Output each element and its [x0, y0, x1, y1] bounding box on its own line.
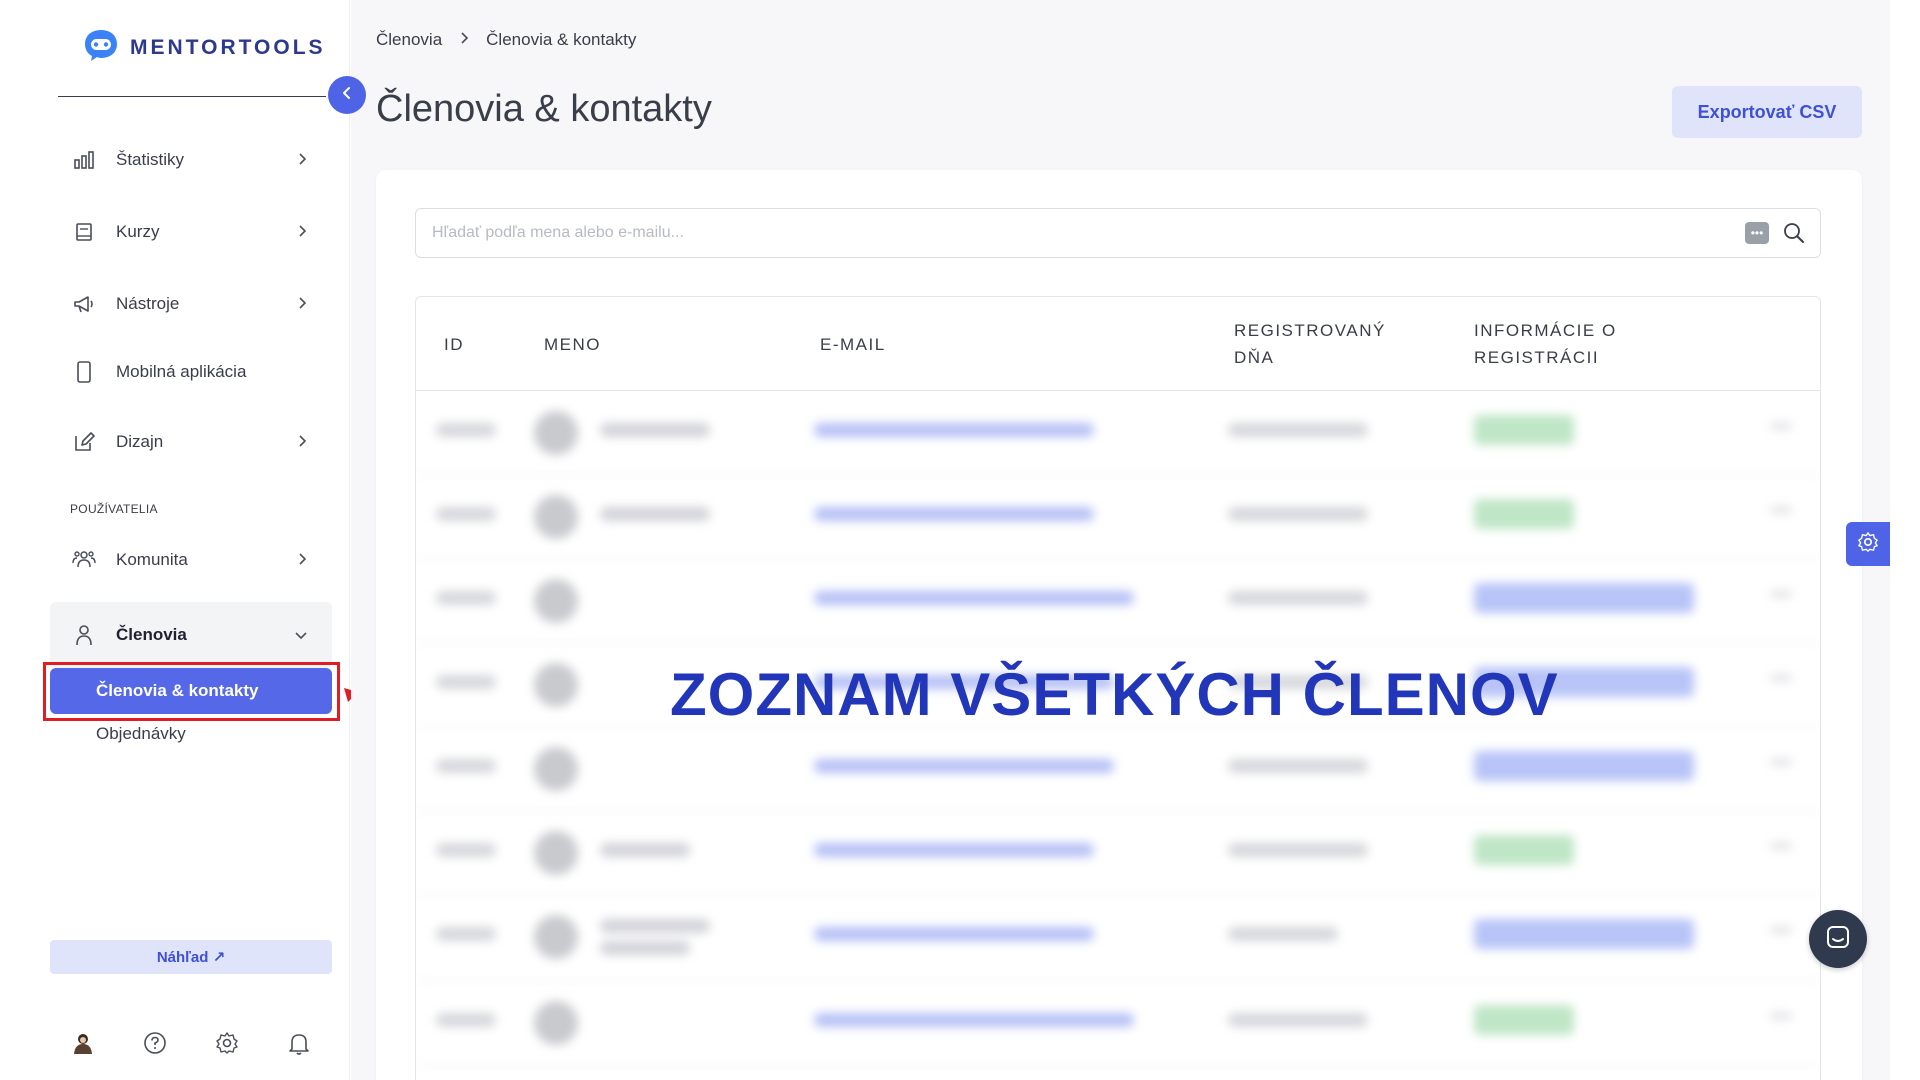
- sidebar-footer-icons: [70, 1030, 312, 1056]
- smartphone-icon: [72, 360, 96, 384]
- chat-icon: [1825, 924, 1851, 955]
- bar-chart-icon: [72, 148, 96, 172]
- search-bar: •••: [415, 208, 1821, 258]
- highlight-annotation-box: [43, 662, 340, 721]
- avatar[interactable]: [70, 1030, 96, 1056]
- book-icon: [72, 220, 96, 244]
- chevron-right-icon: [458, 30, 470, 50]
- chevron-right-icon: [296, 434, 308, 453]
- table-row[interactable]: [416, 391, 1820, 475]
- sidebar-item-nastroje[interactable]: Nástroje: [50, 274, 332, 334]
- export-csv-button[interactable]: Exportovať CSV: [1672, 86, 1862, 138]
- brand-logo[interactable]: MENTORTOOLS: [82, 28, 326, 67]
- search-input[interactable]: [432, 209, 1732, 257]
- megaphone-icon: [72, 292, 96, 316]
- users-icon: [72, 548, 96, 572]
- mentortools-logo-icon: [82, 28, 120, 67]
- sidebar-item-label: Mobilná aplikácia: [116, 362, 247, 381]
- column-header-email[interactable]: E-MAIL: [820, 331, 886, 358]
- sidebar-item-label: Štatistiky: [116, 150, 185, 169]
- table-row[interactable]: [416, 475, 1820, 559]
- table-row[interactable]: [416, 895, 1820, 981]
- column-header-meno[interactable]: MENO: [544, 331, 601, 358]
- right-edge: [1890, 0, 1920, 1080]
- table-row[interactable]: [416, 981, 1820, 1065]
- chat-launcher-button[interactable]: [1809, 910, 1867, 968]
- more-options-icon[interactable]: •••: [1745, 222, 1769, 244]
- main-content: Členovia Členovia & kontakty Členovia & …: [351, 0, 1890, 1080]
- table-row[interactable]: [416, 727, 1820, 811]
- chevron-right-icon: [296, 296, 308, 315]
- preview-button[interactable]: Náhľad ↗: [50, 940, 332, 974]
- breadcrumb-root[interactable]: Členovia: [376, 30, 442, 50]
- members-card: ••• ID MENO E-MAIL REGISTROVANÝ DŇA INFO…: [376, 170, 1862, 1080]
- breadcrumb: Členovia Členovia & kontakty: [376, 30, 636, 50]
- user-icon: [72, 623, 96, 647]
- column-header-registrovany[interactable]: REGISTROVANÝ DŇA: [1234, 317, 1424, 371]
- sidebar-item-statistiky[interactable]: Štatistiky: [50, 130, 332, 190]
- breadcrumb-current: Členovia & kontakty: [486, 30, 637, 49]
- brand-name: MENTORTOOLS: [130, 35, 326, 59]
- sidebar-item-kurzy[interactable]: Kurzy: [50, 202, 332, 262]
- sidebar-divider: [58, 96, 326, 97]
- sidebar-item-label: Komunita: [116, 550, 188, 569]
- sidebar-item-komunita[interactable]: Komunita: [50, 530, 332, 590]
- sidebar-item-clenovia[interactable]: Členovia: [50, 602, 332, 668]
- chevron-right-icon: [296, 224, 308, 243]
- sidebar-item-label: Kurzy: [116, 222, 160, 241]
- search-icon[interactable]: [1782, 221, 1806, 250]
- edit-icon: [72, 430, 96, 454]
- overlay-caption: ZOZNAM VŠETKÝCH ČLENOV: [670, 661, 1559, 728]
- section-label-pouzivatelia: POUŽÍVATELIA: [70, 502, 158, 516]
- chevron-down-icon: [294, 628, 308, 646]
- help-icon[interactable]: [142, 1030, 168, 1056]
- gear-icon[interactable]: [214, 1030, 240, 1056]
- sidebar: MENTORTOOLS Štatistiky Kurzy Nástroje Mo…: [0, 0, 366, 1080]
- page-title: Členovia & kontakty: [376, 88, 712, 130]
- sidebar-item-dizajn[interactable]: Dizajn: [50, 412, 332, 472]
- column-header-id[interactable]: ID: [444, 331, 464, 358]
- bell-icon[interactable]: [286, 1030, 312, 1056]
- table-row[interactable]: [416, 559, 1820, 643]
- collapse-sidebar-button[interactable]: [328, 76, 366, 114]
- sidebar-item-label: Dizajn: [116, 432, 164, 451]
- chevron-right-icon: [296, 152, 308, 171]
- settings-tab-button[interactable]: [1846, 522, 1890, 566]
- sidebar-item-label: Členovia: [116, 625, 187, 644]
- sidebar-item-mobilna-aplikacia[interactable]: Mobilná aplikácia: [50, 342, 332, 402]
- chevron-right-icon: [296, 552, 308, 571]
- column-header-informacie[interactable]: INFORMÁCIE O REGISTRÁCII: [1474, 317, 1664, 371]
- chevron-left-icon: [340, 86, 354, 105]
- table-row[interactable]: [416, 811, 1820, 895]
- table-header: ID MENO E-MAIL REGISTROVANÝ DŇA INFORMÁC…: [416, 297, 1820, 391]
- gear-icon: [1857, 531, 1879, 558]
- sidebar-item-label: Nástroje: [116, 294, 180, 313]
- sidebar-subitem-objednavky[interactable]: Objednávky: [96, 724, 186, 744]
